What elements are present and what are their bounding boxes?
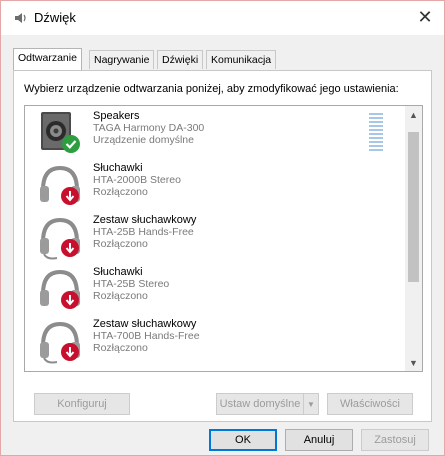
device-text: Zestaw słuchawkowy HTA-25B Hands-Free Ro… xyxy=(93,214,196,250)
device-model: HTA-700B Hands-Free xyxy=(93,330,200,342)
device-item-partial[interactable] xyxy=(25,364,406,371)
headphones-icon xyxy=(37,162,83,208)
device-text: Zestaw słuchawkowy HTA-700B Hands-Free R… xyxy=(93,318,200,354)
headphones-icon xyxy=(37,368,83,371)
device-item-headphones[interactable]: Słuchawki HTA-2000B Stereo Rozłączono xyxy=(25,158,406,210)
disconnected-arrow-icon xyxy=(61,343,79,361)
device-name: Speakers xyxy=(93,110,140,122)
close-icon: ✕ xyxy=(417,6,433,27)
playback-panel: Wybierz urządzenie odtwarzania poniżej, … xyxy=(13,70,432,422)
device-text: Słuchawki HTA-25B Stereo Rozłączono xyxy=(93,266,169,302)
device-name: Słuchawki xyxy=(93,162,143,174)
scroll-up-button[interactable]: ▲ xyxy=(405,106,422,123)
tab-recording[interactable]: Nagrywanie xyxy=(89,50,155,69)
device-item-headphones[interactable]: Słuchawki HTA-25B Stereo Rozłączono xyxy=(25,262,406,314)
default-check-icon xyxy=(62,135,80,153)
device-status: Urządzenie domyślne xyxy=(93,134,194,146)
apply-button[interactable]: Zastosuj xyxy=(361,429,429,451)
disconnected-arrow-icon xyxy=(61,239,79,257)
device-model: HTA-25B Stereo xyxy=(93,278,170,290)
headset-icon xyxy=(37,214,83,260)
set-default-label: Ustaw domyślne xyxy=(219,398,301,410)
cancel-button[interactable]: Anuluj xyxy=(285,429,353,451)
tab-playback[interactable]: Odtwarzanie xyxy=(13,48,82,70)
device-status: Rozłączono xyxy=(93,186,148,198)
device-item-headset[interactable]: Zestaw słuchawkowy HTA-25B Hands-Free Ro… xyxy=(25,210,406,262)
device-status: Rozłączono xyxy=(93,342,148,354)
ok-button[interactable]: OK xyxy=(209,429,277,451)
scroll-down-button[interactable]: ▼ xyxy=(405,354,422,371)
headphones-icon xyxy=(37,266,83,312)
headset-icon xyxy=(37,318,83,364)
device-model: HTA-25B Hands-Free xyxy=(93,226,194,238)
device-status: Rozłączono xyxy=(93,290,148,302)
disconnected-arrow-icon xyxy=(61,187,79,205)
volume-level-meter xyxy=(367,112,385,152)
device-name: Słuchawki xyxy=(93,266,143,278)
device-text: Słuchawki HTA-2000B Stereo Rozłączono xyxy=(93,162,181,198)
properties-button[interactable]: Właściwości xyxy=(327,393,413,415)
title-bar: Dźwięk ✕ xyxy=(1,1,444,35)
device-text: Speakers TAGA Harmony DA-300 Urządzenie … xyxy=(93,110,204,146)
disconnected-arrow-icon xyxy=(61,291,79,309)
device-list[interactable]: Speakers TAGA Harmony DA-300 Urządzenie … xyxy=(24,105,423,372)
speaker-icon xyxy=(13,11,29,25)
device-item-speakers[interactable]: Speakers TAGA Harmony DA-300 Urządzenie … xyxy=(25,106,406,158)
close-button[interactable]: ✕ xyxy=(408,3,442,31)
instruction-text: Wybierz urządzenie odtwarzania poniżej, … xyxy=(24,83,399,95)
device-model: TAGA Harmony DA-300 xyxy=(93,122,205,134)
set-default-button[interactable]: Ustaw domyślne ▼ xyxy=(216,393,319,415)
device-status: Rozłączono xyxy=(93,238,148,250)
speaker-icon xyxy=(37,110,83,156)
sound-dialog: Dźwięk ✕ Odtwarzanie Nagrywanie Dźwięki … xyxy=(0,0,445,456)
configure-button[interactable]: Konfiguruj xyxy=(34,393,130,415)
tab-communications[interactable]: Komunikacja xyxy=(206,50,277,69)
dropdown-arrow-icon[interactable]: ▼ xyxy=(303,394,318,414)
tab-sounds[interactable]: Dźwięki xyxy=(157,50,204,69)
vertical-scrollbar[interactable]: ▲ ▼ xyxy=(405,106,422,371)
scrollbar-thumb[interactable] xyxy=(408,132,419,282)
device-item-headset[interactable]: Zestaw słuchawkowy HTA-700B Hands-Free R… xyxy=(25,314,406,366)
device-name: Zestaw słuchawkowy xyxy=(93,214,197,226)
chevron-up-icon: ▲ xyxy=(409,109,418,120)
chevron-down-icon: ▼ xyxy=(409,357,418,368)
device-model: HTA-2000B Stereo xyxy=(93,174,181,186)
device-name: Zestaw słuchawkowy xyxy=(93,318,197,330)
window-title: Dźwięk xyxy=(34,10,76,25)
